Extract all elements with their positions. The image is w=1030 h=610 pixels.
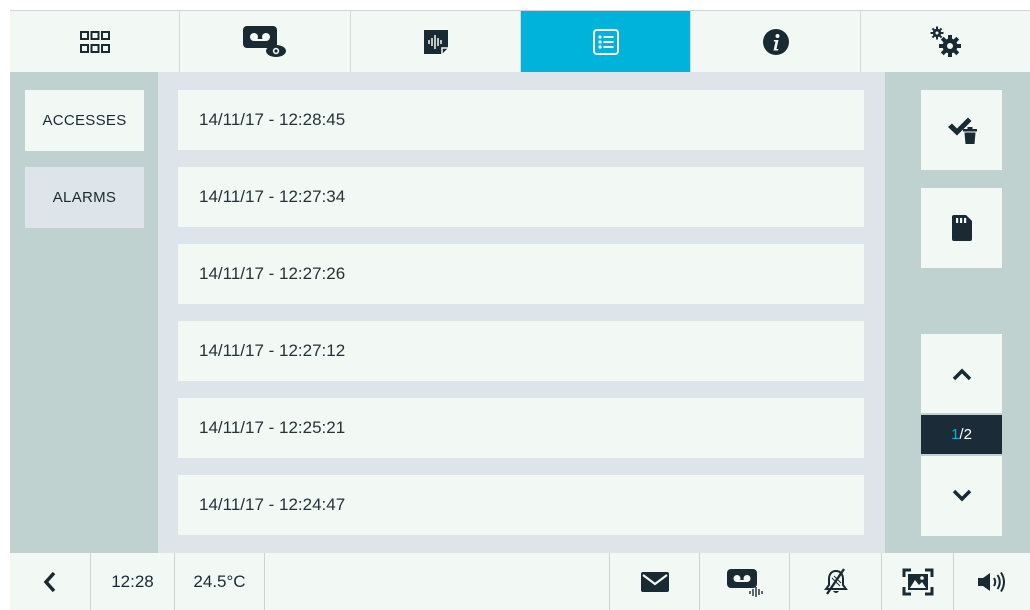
status-bar: 12:28 24.5°C xyxy=(10,553,1030,610)
sidebar-item-label: ALARMS xyxy=(52,189,117,206)
tab-voicemail[interactable] xyxy=(180,11,351,72)
sidebar-item-label: ACCESSES xyxy=(42,112,127,129)
list-actions-panel: 1/2 xyxy=(885,72,1030,553)
category-sidebar: ACCESSES ALARMS xyxy=(10,72,158,553)
event-list: 14/11/17 - 12:28:45 14/11/17 - 12:27:34 … xyxy=(158,72,885,553)
chevron-left-icon xyxy=(43,571,56,592)
list-item[interactable]: 14/11/17 - 12:27:12 xyxy=(178,321,864,381)
apps-grid-icon xyxy=(79,30,110,53)
temperature-display: 24.5°C xyxy=(175,553,265,610)
chevron-up-icon xyxy=(952,368,971,380)
status-spacer xyxy=(265,553,610,610)
event-list-icon xyxy=(592,28,619,55)
speaker-icon xyxy=(978,571,1005,592)
page-up-button[interactable] xyxy=(921,334,1002,413)
temperature-value: 24.5°C xyxy=(193,571,246,591)
list-item[interactable]: 14/11/17 - 12:25:21 xyxy=(178,398,864,458)
sidebar-item-accesses[interactable]: ACCESSES xyxy=(25,90,144,151)
delete-all-button[interactable] xyxy=(921,90,1002,170)
page-down-button[interactable] xyxy=(921,456,1002,536)
chevron-down-icon xyxy=(952,489,971,502)
volume-button[interactable] xyxy=(954,553,1030,610)
voicemail-icon xyxy=(726,568,763,597)
sd-card-export-button[interactable] xyxy=(921,188,1002,268)
total-pages: /2 xyxy=(959,426,972,443)
tab-settings[interactable] xyxy=(861,11,1030,72)
event-timestamp: 14/11/17 - 12:27:12 xyxy=(199,341,346,360)
messages-button[interactable] xyxy=(610,553,700,610)
tab-apps[interactable] xyxy=(10,11,180,72)
event-timestamp: 14/11/17 - 12:28:45 xyxy=(199,110,346,129)
audio-message-icon xyxy=(423,29,448,54)
info-icon xyxy=(762,28,789,55)
top-tab-bar xyxy=(10,10,1030,72)
envelope-icon xyxy=(640,571,669,592)
voicemail-view-icon xyxy=(243,25,286,57)
list-item[interactable]: 14/11/17 - 12:28:45 xyxy=(178,90,864,150)
sd-card-icon xyxy=(951,215,972,241)
list-item[interactable]: 14/11/17 - 12:27:26 xyxy=(178,244,864,304)
voicemail-status-button[interactable] xyxy=(700,553,790,610)
settings-icon xyxy=(930,26,961,57)
sidebar-item-alarms[interactable]: ALARMS xyxy=(25,167,144,228)
event-timestamp: 14/11/17 - 12:27:26 xyxy=(199,264,346,283)
list-item[interactable]: 14/11/17 - 12:24:47 xyxy=(178,475,864,535)
list-item[interactable]: 14/11/17 - 12:27:34 xyxy=(178,167,864,227)
tab-info[interactable] xyxy=(691,11,861,72)
gallery-button[interactable] xyxy=(882,553,954,610)
page-indicator: 1/2 xyxy=(921,415,1002,454)
ringer-mute-button[interactable] xyxy=(790,553,882,610)
current-page: 1 xyxy=(951,426,960,443)
tab-event-log[interactable] xyxy=(521,11,691,72)
event-timestamp: 14/11/17 - 12:24:47 xyxy=(199,495,346,514)
clock: 12:28 xyxy=(91,553,175,610)
back-button[interactable] xyxy=(10,553,91,610)
event-timestamp: 14/11/17 - 12:25:21 xyxy=(199,418,346,437)
tab-audio-messages[interactable] xyxy=(351,11,521,72)
picture-frame-icon xyxy=(902,568,933,595)
current-time: 12:28 xyxy=(111,571,154,591)
check-delete-icon xyxy=(947,117,977,144)
event-timestamp: 14/11/17 - 12:27:34 xyxy=(199,187,346,206)
bell-off-icon xyxy=(823,567,848,595)
